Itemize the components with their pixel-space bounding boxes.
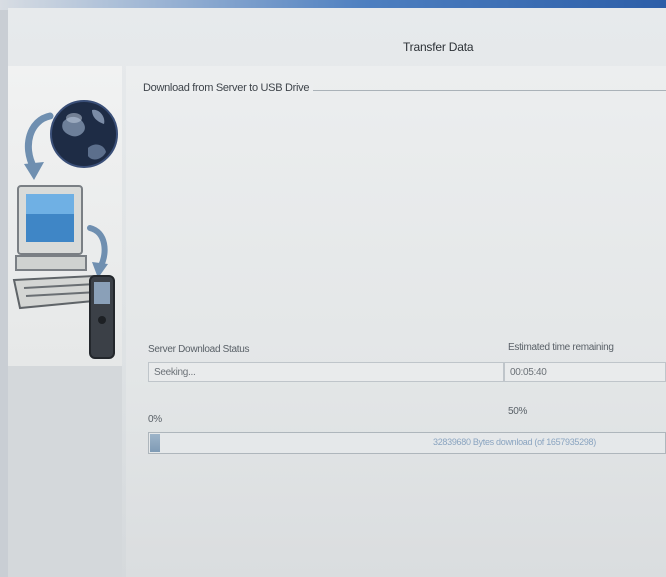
- download-panel: Download from Server to USB Drive Server…: [126, 66, 666, 577]
- globe-icon: [50, 100, 118, 168]
- group-title: Download from Server to USB Drive: [143, 82, 314, 94]
- status-field: Seeking...: [148, 362, 504, 382]
- transfer-window: Transfer Data Download from Server to US…: [8, 8, 666, 577]
- progress-mid-label: 50%: [508, 406, 528, 417]
- window-title: Transfer Data: [403, 40, 474, 54]
- group-border: [301, 90, 666, 91]
- progress-start-label: 0%: [148, 414, 162, 425]
- side-panel-lower: [8, 366, 122, 577]
- time-remaining-value: 00:05:40: [510, 367, 547, 378]
- time-remaining-field: 00:05:40: [504, 362, 666, 382]
- status-label: Server Download Status: [148, 344, 250, 355]
- progress-text: 32839680 Bytes download (of 1657935298): [433, 437, 596, 447]
- transfer-arrow-icon: [24, 112, 54, 180]
- download-arrow-icon: [87, 225, 108, 278]
- progress-fill: [150, 434, 160, 452]
- transfer-illustration: [12, 100, 118, 359]
- side-illustration-panel: [8, 66, 122, 366]
- download-progress-bar: 32839680 Bytes download (of 1657935298): [148, 432, 666, 454]
- time-remaining-label: Estimated time remaining: [508, 342, 614, 353]
- handheld-scan-tool-icon: [89, 275, 115, 359]
- status-value: Seeking...: [154, 367, 196, 378]
